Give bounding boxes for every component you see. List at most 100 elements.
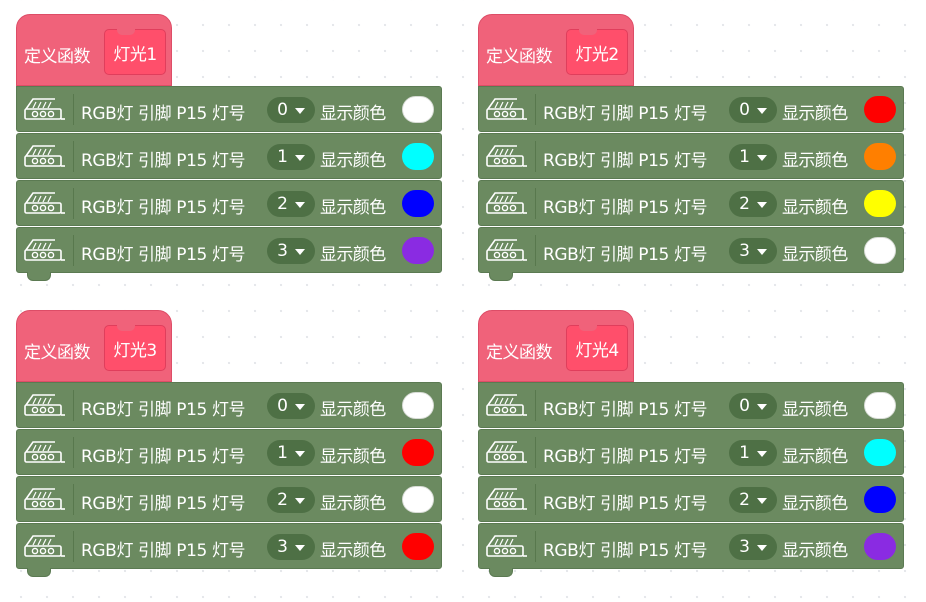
color-swatch[interactable] [864,392,896,419]
define-function-block[interactable]: 定义函数 灯光3 [16,310,172,382]
rgb-led-block[interactable]: RGB灯 引脚 P15 灯号 2 显示颜色 [478,476,904,522]
chevron-down-icon [756,498,767,504]
led-index-value: 0 [739,100,750,120]
rgb-led-block[interactable]: RGB灯 引脚 P15 灯号 0 显示颜色 [16,86,442,132]
color-swatch[interactable] [864,190,896,217]
led-index-value: 3 [739,241,750,261]
define-function-block[interactable]: 定义函数 灯光4 [478,310,634,382]
chevron-down-icon [756,404,767,410]
color-swatch[interactable] [402,439,434,466]
rgb-block-label: RGB灯 引脚 P15 灯号 [543,198,708,218]
block-divider [73,141,74,172]
led-index-dropdown[interactable]: 2 [729,487,777,513]
color-swatch[interactable] [864,533,896,560]
define-function-block[interactable]: 定义函数 灯光1 [16,14,172,86]
led-index-value: 3 [277,241,288,261]
function-name-field[interactable]: 灯光2 [566,29,628,75]
color-swatch[interactable] [864,96,896,123]
led-index-dropdown[interactable]: 0 [729,393,777,419]
block-divider [73,390,74,421]
rgb-led-block[interactable]: RGB灯 引脚 P15 灯号 1 显示颜色 [478,133,904,179]
color-swatch[interactable] [402,190,434,217]
color-swatch[interactable] [864,486,896,513]
display-color-label: 显示颜色 [782,104,848,124]
rgb-led-block[interactable]: RGB灯 引脚 P15 灯号 3 显示颜色 [16,227,442,281]
function-block-group[interactable]: 定义函数 灯光2 RGB灯 引脚 P15 灯号 0 显示颜色 RGB灯 引脚 P… [478,14,904,281]
color-swatch[interactable] [402,392,434,419]
led-index-dropdown[interactable]: 3 [729,534,777,560]
rgb-strip-icon [486,488,527,510]
led-index-dropdown[interactable]: 3 [267,534,315,560]
led-index-dropdown[interactable]: 1 [729,144,777,170]
block-divider [535,437,536,468]
function-block-group[interactable]: 定义函数 灯光3 RGB灯 引脚 P15 灯号 0 显示颜色 RGB灯 引脚 P… [16,310,442,577]
rgb-led-block[interactable]: RGB灯 引脚 P15 灯号 1 显示颜色 [16,133,442,179]
rgb-led-block[interactable]: RGB灯 引脚 P15 灯号 0 显示颜色 [478,86,904,132]
chevron-down-icon [294,545,305,551]
block-divider [535,94,536,125]
led-index-dropdown[interactable]: 2 [267,487,315,513]
color-swatch[interactable] [402,486,434,513]
function-name-field[interactable]: 灯光1 [104,29,166,75]
block-divider [535,141,536,172]
color-swatch[interactable] [402,96,434,123]
display-color-label: 显示颜色 [782,447,848,467]
rgb-block-label: RGB灯 引脚 P15 灯号 [543,245,708,265]
rgb-strip-icon [486,145,527,167]
define-function-label: 定义函数 [486,47,553,67]
chevron-down-icon [756,202,767,208]
block-connector-notch [489,272,513,281]
rgb-block-label: RGB灯 引脚 P15 灯号 [543,447,708,467]
rgb-led-block[interactable]: RGB灯 引脚 P15 灯号 2 显示颜色 [16,180,442,226]
rgb-led-block[interactable]: RGB灯 引脚 P15 灯号 3 显示颜色 [478,523,904,577]
led-index-dropdown[interactable]: 2 [267,191,315,217]
color-swatch[interactable] [864,237,896,264]
color-swatch[interactable] [402,237,434,264]
rgb-led-block[interactable]: RGB灯 引脚 P15 灯号 1 显示颜色 [16,429,442,475]
define-function-block[interactable]: 定义函数 灯光2 [478,14,634,86]
led-index-value: 2 [739,490,750,510]
rgb-led-block[interactable]: RGB灯 引脚 P15 灯号 0 显示颜色 [478,382,904,428]
led-index-value: 1 [739,443,750,463]
led-index-dropdown[interactable]: 1 [267,144,315,170]
rgb-strip-icon [486,239,527,261]
rgb-block-label: RGB灯 引脚 P15 灯号 [81,245,246,265]
color-swatch[interactable] [402,143,434,170]
rgb-led-block[interactable]: RGB灯 引脚 P15 灯号 0 显示颜色 [16,382,442,428]
rgb-led-block[interactable]: RGB灯 引脚 P15 灯号 3 显示颜色 [478,227,904,281]
block-divider [73,484,74,515]
rgb-block-label: RGB灯 引脚 P15 灯号 [543,104,708,124]
rgb-strip-icon [486,192,527,214]
function-block-group[interactable]: 定义函数 灯光4 RGB灯 引脚 P15 灯号 0 显示颜色 RGB灯 引脚 P… [478,310,904,577]
define-function-label: 定义函数 [24,343,91,363]
rgb-block-label: RGB灯 引脚 P15 灯号 [81,400,246,420]
chevron-down-icon [756,545,767,551]
color-swatch[interactable] [864,439,896,466]
led-index-dropdown[interactable]: 3 [729,238,777,264]
color-swatch[interactable] [864,143,896,170]
color-swatch[interactable] [402,533,434,560]
function-block-group[interactable]: 定义函数 灯光1 RGB灯 引脚 P15 灯号 0 显示颜色 RGB灯 引脚 P… [16,14,442,281]
rgb-block-label: RGB灯 引脚 P15 灯号 [81,447,246,467]
block-divider [535,188,536,219]
function-name-field[interactable]: 灯光4 [566,325,628,371]
led-index-dropdown[interactable]: 0 [729,97,777,123]
display-color-label: 显示颜色 [782,245,848,265]
rgb-led-block[interactable]: RGB灯 引脚 P15 灯号 2 显示颜色 [478,180,904,226]
led-index-dropdown[interactable]: 1 [267,440,315,466]
led-index-dropdown[interactable]: 0 [267,393,315,419]
led-index-value: 0 [277,100,288,120]
rgb-block-label: RGB灯 引脚 P15 灯号 [81,541,246,561]
rgb-strip-icon [486,535,527,557]
rgb-led-block[interactable]: RGB灯 引脚 P15 灯号 3 显示颜色 [16,523,442,577]
rgb-led-block[interactable]: RGB灯 引脚 P15 灯号 1 显示颜色 [478,429,904,475]
led-index-value: 2 [277,490,288,510]
led-index-dropdown[interactable]: 2 [729,191,777,217]
block-connector-notch [489,568,513,577]
chevron-down-icon [294,451,305,457]
rgb-led-block[interactable]: RGB灯 引脚 P15 灯号 2 显示颜色 [16,476,442,522]
function-name-field[interactable]: 灯光3 [104,325,166,371]
led-index-dropdown[interactable]: 1 [729,440,777,466]
led-index-dropdown[interactable]: 3 [267,238,315,264]
led-index-dropdown[interactable]: 0 [267,97,315,123]
